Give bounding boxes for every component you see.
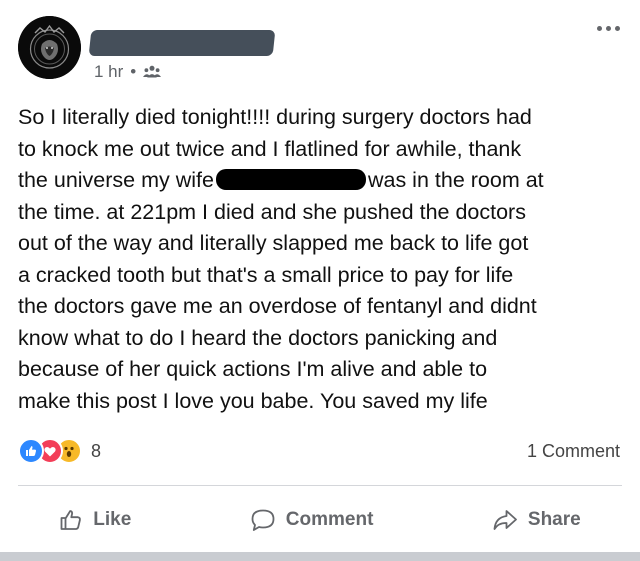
text-line: know what to do I heard the doctors pani… bbox=[18, 325, 498, 350]
avatar[interactable] bbox=[18, 16, 81, 79]
dot bbox=[597, 26, 602, 31]
facebook-post: 1 hr • So I literally died tonight!!!! d… bbox=[0, 0, 640, 552]
text-line: a cracked tooth but that's a small price… bbox=[18, 262, 514, 287]
text-line: make this post I love you babe. You save… bbox=[18, 388, 488, 413]
like-button[interactable]: Like bbox=[59, 508, 131, 532]
dot bbox=[606, 26, 611, 31]
text-line: the universe my wife was in the room at bbox=[18, 165, 626, 197]
more-options-button[interactable] bbox=[597, 26, 620, 31]
share-label: Share bbox=[527, 509, 581, 530]
like-label: Like bbox=[93, 509, 132, 530]
comment-count-link[interactable]: 1 Comment bbox=[527, 441, 620, 462]
dot bbox=[615, 26, 620, 31]
post-header: 1 hr • bbox=[18, 16, 622, 82]
reaction-count: 8 bbox=[91, 440, 102, 461]
text-line: because of her quick actions I'm alive a… bbox=[18, 357, 488, 381]
text-line: to knock me out twice and I flatlined fo… bbox=[18, 136, 522, 161]
like-icon bbox=[18, 438, 44, 464]
feed-separator bbox=[0, 552, 640, 561]
divider bbox=[18, 485, 622, 486]
text-segment: was in the room at bbox=[367, 168, 544, 192]
author-name-redaction bbox=[88, 30, 276, 56]
thumbs-up-icon bbox=[60, 510, 82, 530]
name-redaction bbox=[215, 169, 366, 190]
reaction-summary[interactable]: 8 bbox=[18, 438, 101, 464]
post-meta: 1 hr • bbox=[94, 62, 162, 82]
text-line: the doctors gave me an overdose of fenta… bbox=[18, 294, 537, 318]
comment-label: Comment bbox=[285, 509, 374, 530]
text-segment: the universe my wife bbox=[18, 168, 214, 192]
post-time[interactable]: 1 hr bbox=[94, 62, 123, 82]
friends-icon bbox=[143, 65, 162, 78]
comment-button[interactable]: Comment bbox=[250, 508, 374, 532]
post-text: So I literally died tonight!!!! during s… bbox=[18, 102, 626, 417]
text-line: out of the way and literally slapped me … bbox=[18, 231, 529, 255]
post-actions: Like Comment Share bbox=[0, 500, 640, 540]
text-line: So I literally died tonight!!!! during s… bbox=[18, 105, 532, 129]
share-button[interactable]: Share bbox=[492, 508, 581, 532]
text-line: the time. at 221pm I died and she pushed… bbox=[18, 199, 526, 224]
lion-crest-icon bbox=[18, 16, 81, 79]
share-arrow-icon bbox=[493, 510, 517, 530]
meta-separator: • bbox=[130, 62, 137, 81]
speech-bubble-icon bbox=[251, 509, 275, 531]
